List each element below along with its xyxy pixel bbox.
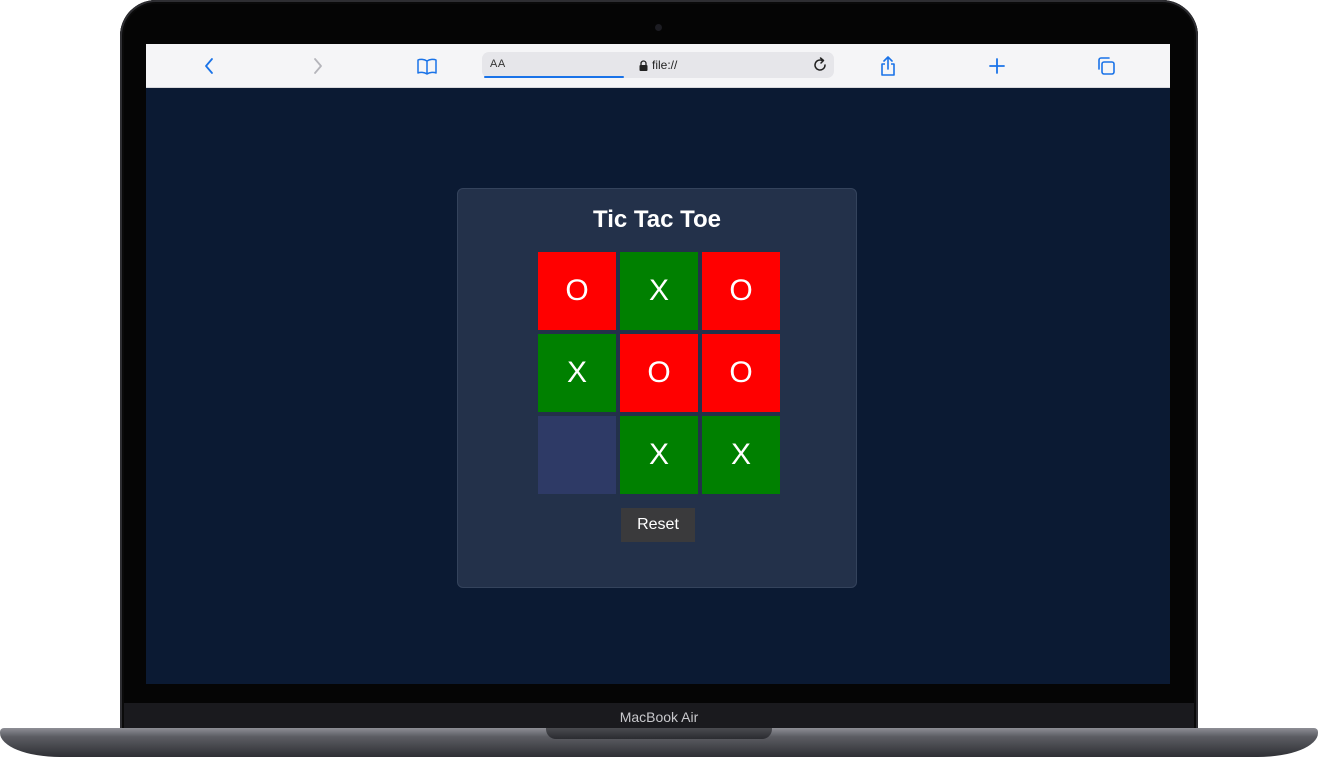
board-cell-2-0[interactable] [538, 416, 616, 494]
forward-icon [314, 58, 322, 74]
camera-icon [655, 24, 662, 31]
reload-button[interactable] [810, 55, 830, 80]
forward-button[interactable] [305, 53, 331, 79]
reset-button[interactable]: Reset [621, 508, 695, 542]
back-button[interactable] [196, 53, 222, 79]
reload-icon [814, 57, 826, 71]
laptop-hinge-notch [546, 728, 772, 739]
share-button[interactable] [875, 53, 901, 79]
loading-progress-bar [484, 76, 624, 78]
tabs-icon [1098, 57, 1115, 75]
device-label: MacBook Air [619, 708, 699, 725]
share-icon [881, 56, 895, 76]
bookmarks-button[interactable] [414, 53, 440, 79]
board-cell-1-2[interactable]: O [702, 334, 780, 412]
board-cell-1-1[interactable]: O [620, 334, 698, 412]
board-cell-0-0[interactable]: O [538, 252, 616, 330]
laptop-chin: MacBook Air [124, 703, 1194, 730]
tabs-button[interactable] [1093, 53, 1119, 79]
board-cell-0-2[interactable]: O [702, 252, 780, 330]
address-bar[interactable]: AA file:// [482, 52, 834, 78]
board-cell-2-2[interactable]: X [702, 416, 780, 494]
url-text: file:// [652, 58, 678, 72]
bookmarks-icon [417, 58, 437, 75]
board-cell-1-0[interactable]: X [538, 334, 616, 412]
board-cell-2-1[interactable]: X [620, 416, 698, 494]
game-board: OXOXOOXX [538, 252, 780, 494]
url-display: file:// [639, 58, 677, 72]
reader-button[interactable]: AA [490, 58, 506, 70]
back-icon [205, 58, 213, 74]
new-tab-button[interactable] [984, 53, 1010, 79]
board-cell-0-1[interactable]: X [620, 252, 698, 330]
game-title: Tic Tac Toe [592, 206, 722, 233]
game-card: Tic Tac Toe OXOXOOXX Reset [457, 188, 857, 588]
lock-icon [639, 59, 648, 71]
screen: AA file:// Tic Tac Toe OXOXOOXX Reset [146, 44, 1170, 684]
new-tab-icon [989, 58, 1005, 74]
browser-toolbar: AA file:// [146, 44, 1170, 88]
